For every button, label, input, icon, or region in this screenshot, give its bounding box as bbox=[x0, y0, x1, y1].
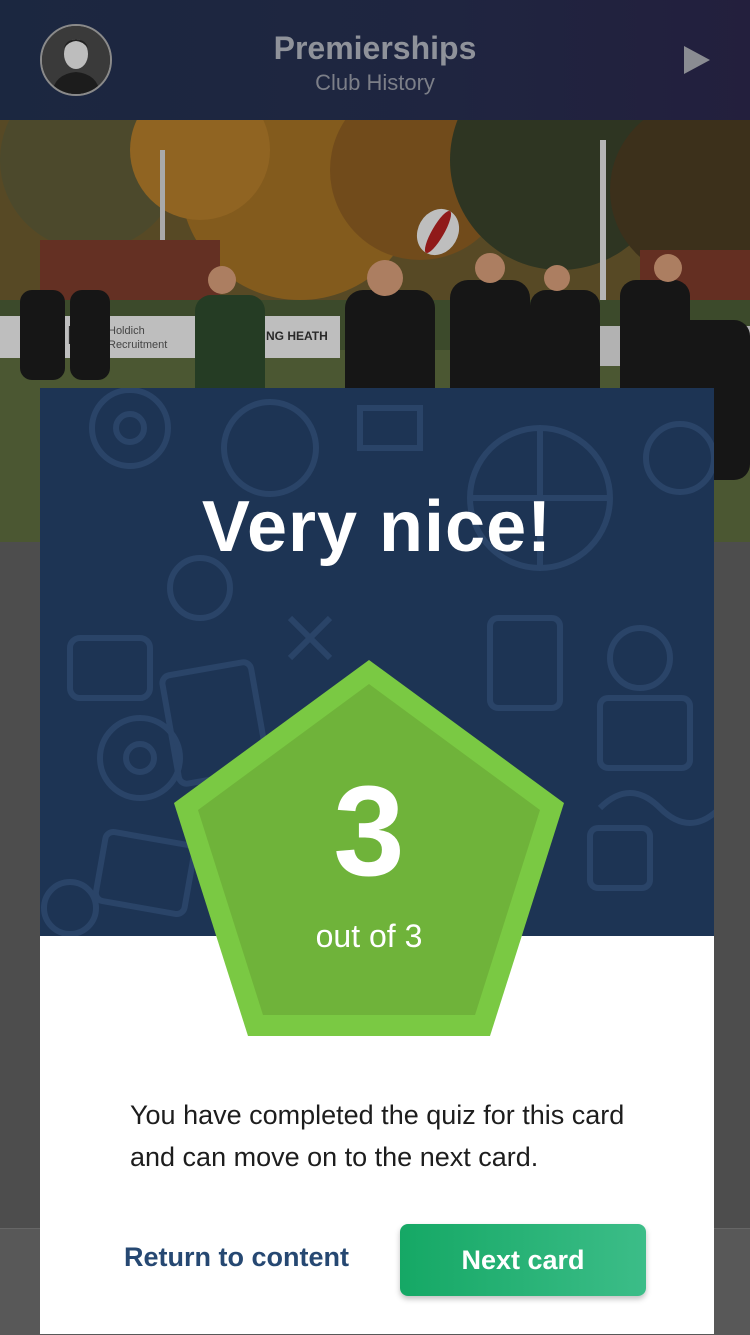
score-value: 3 bbox=[333, 760, 405, 903]
next-card-button[interactable]: Next card bbox=[400, 1224, 646, 1296]
completion-message: You have completed the quiz for this car… bbox=[130, 1100, 625, 1172]
page-subtitle: Club History bbox=[315, 70, 435, 95]
result-heading: Very nice! bbox=[201, 487, 553, 567]
top-bar: Premierships Club History bbox=[0, 0, 750, 120]
return-to-content-button[interactable]: Return to content bbox=[124, 1242, 349, 1273]
page-title: Premierships bbox=[273, 30, 477, 66]
score-total: out of 3 bbox=[315, 918, 423, 954]
quiz-result-modal: Very nice! 3 out of 3 You have completed… bbox=[40, 388, 714, 1334]
play-icon[interactable] bbox=[684, 46, 710, 74]
